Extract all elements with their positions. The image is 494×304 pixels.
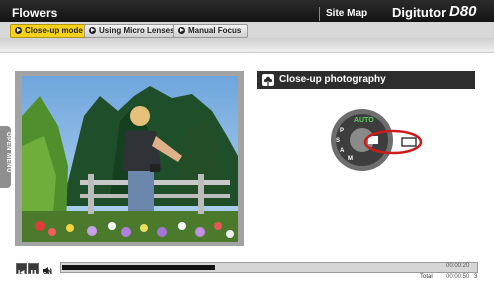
current-time: 00:00:20: [446, 263, 470, 269]
mode-dial: P S A M AUTO: [326, 108, 436, 176]
flower-icon: [262, 74, 274, 86]
progress-bar[interactable]: [60, 262, 478, 273]
tab-label: Manual Focus: [188, 26, 242, 35]
play-bullet-icon: [89, 27, 96, 34]
app-title: Flowers: [12, 6, 58, 20]
volume-label: ON: [43, 270, 52, 276]
page-number: 3: [474, 274, 478, 280]
dial-mode-m-icon: M: [348, 156, 353, 162]
progress-fill: [62, 265, 215, 270]
section-title: Close-up photography: [279, 74, 386, 85]
dial-auto-icon: AUTO: [354, 117, 374, 124]
header-divider: [319, 7, 320, 21]
brand-logo: Digitutor: [392, 5, 447, 20]
dial-mode-a-icon: A: [340, 148, 345, 154]
tab-using-micro-lenses[interactable]: Using Micro Lenses: [84, 24, 182, 38]
site-map-link[interactable]: Site Map: [326, 8, 367, 19]
play-bullet-icon: [15, 27, 22, 34]
tab-close-up-mode[interactable]: Close-up mode: [10, 24, 90, 38]
model-logo: D80: [449, 3, 477, 20]
video-frame-image: [22, 76, 238, 242]
toolbar-strip: [0, 38, 494, 53]
play-bullet-icon: [178, 27, 185, 34]
open-menu-button[interactable]: OPEN MENU: [0, 126, 11, 188]
open-menu-label: OPEN MENU: [5, 132, 11, 173]
tab-manual-focus[interactable]: Manual Focus: [173, 24, 249, 38]
section-heading: Close-up photography: [257, 71, 475, 89]
tab-label: Using Micro Lenses: [99, 26, 175, 35]
tab-label: Close-up mode: [25, 26, 83, 35]
rewind-button[interactable]: [16, 263, 27, 275]
video-player[interactable]: [22, 76, 238, 242]
pause-button[interactable]: [28, 263, 39, 275]
dial-mode-p-icon: P: [340, 128, 344, 134]
total-time: 00:00:50: [446, 274, 470, 280]
dial-mode-s-icon: S: [336, 138, 340, 144]
total-label: Total: [420, 274, 433, 280]
